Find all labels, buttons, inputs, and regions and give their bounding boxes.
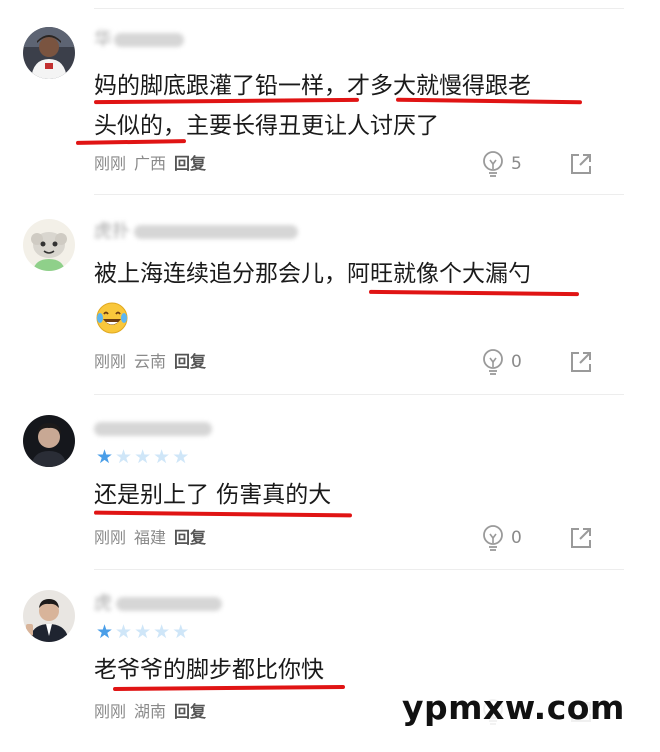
star-empty-icon: ★ [172, 446, 192, 468]
comment-text-line: 妈的脚底跟灌了铅一样，才多大就慢得跟老 [94, 73, 531, 99]
star-empty-icon: ★ [115, 446, 135, 468]
avatar-photo [23, 415, 75, 467]
share-icon[interactable] [569, 152, 593, 176]
blurred-name [116, 597, 222, 611]
like-button[interactable]: 5 [481, 150, 522, 178]
like-button[interactable]: 0 [481, 524, 522, 552]
star-filled-icon: ★ [96, 446, 116, 468]
share-icon[interactable] [569, 526, 593, 550]
reply-button[interactable]: 回复 [174, 702, 206, 721]
comment-text-line: 还是别上了 伤害真的大 [94, 482, 332, 508]
comment-text-line: 老爷爷的脚步都比你快 [94, 657, 324, 683]
username[interactable] [94, 418, 214, 440]
avatar[interactable] [23, 415, 75, 467]
comment-item: 华 妈的脚底跟灌了铅一样，才多大就慢得跟老 头似的，主要长得丑更让人讨厌了 刚刚… [0, 0, 660, 195]
comment-text-line: 被上海连续追分那会儿，阿旺就像个大漏勺 [94, 261, 531, 287]
comment-region: 湖南 [134, 702, 167, 721]
username-text: 虎 [94, 593, 112, 614]
comment-region: 福建 [134, 528, 167, 547]
like-button[interactable]: 0 [481, 348, 522, 376]
username-text: 虎扑 [94, 221, 130, 242]
comment-meta: 刚刚 福建 回复 [94, 526, 214, 550]
avatar[interactable] [23, 219, 75, 271]
red-underline [93, 510, 353, 518]
blurred-name [94, 422, 212, 436]
comment-meta: 刚刚 云南 回复 [94, 350, 214, 374]
avatar-photo [23, 590, 75, 642]
star-rating: ★★★★★ [96, 621, 192, 643]
comment-time: 刚刚 [94, 154, 127, 173]
star-empty-icon: ★ [153, 621, 173, 643]
comment-meta: 刚刚 湖南 回复 [94, 700, 214, 724]
comment-item: ★★★★★ 还是别上了 伤害真的大 刚刚 福建 回复 0 [0, 395, 660, 570]
star-filled-icon: ★ [96, 621, 116, 643]
red-underline [395, 97, 583, 105]
reply-button[interactable]: 回复 [174, 352, 206, 371]
like-count: 5 [511, 154, 522, 174]
like-count: 0 [511, 528, 522, 548]
avatar[interactable] [23, 590, 75, 642]
avatar-photo [23, 27, 75, 79]
like-count: 0 [511, 352, 522, 372]
avatar-cartoon [23, 219, 75, 271]
lightbulb-like-icon [483, 349, 503, 375]
laugh-cry-emoji [96, 302, 128, 334]
share-icon[interactable] [569, 350, 593, 374]
avatar[interactable] [23, 27, 75, 79]
lightbulb-like-icon [483, 525, 503, 551]
comment-region: 云南 [134, 352, 167, 371]
lightbulb-like-icon [483, 151, 503, 177]
comment-region: 广西 [134, 154, 167, 173]
comment-feed: 华 妈的脚底跟灌了铅一样，才多大就慢得跟老 头似的，主要长得丑更让人讨厌了 刚刚… [0, 0, 660, 752]
username-text: 华 [94, 29, 112, 50]
comment-time: 刚刚 [94, 702, 127, 721]
site-watermark: ypmxw.com [396, 686, 631, 730]
comment-text-line: 头似的，主要长得丑更让人讨厌了 [94, 113, 439, 139]
star-rating: ★★★★★ [96, 446, 192, 468]
blurred-name [114, 33, 184, 47]
blurred-name [134, 225, 298, 239]
reply-button[interactable]: 回复 [174, 528, 206, 547]
username[interactable]: 华 [94, 29, 186, 51]
red-underline [112, 684, 346, 692]
comment-item: 虎扑 被上海连续追分那会儿，阿旺就像个大漏勺 刚刚 云南 回复 0 [0, 195, 660, 395]
username[interactable]: 虎 [94, 593, 224, 615]
red-underline [75, 139, 187, 145]
star-empty-icon: ★ [172, 621, 192, 643]
username[interactable]: 虎扑 [94, 221, 300, 243]
comment-time: 刚刚 [94, 352, 127, 371]
star-empty-icon: ★ [153, 446, 173, 468]
reply-button[interactable]: 回复 [174, 154, 206, 173]
star-empty-icon: ★ [134, 446, 154, 468]
star-empty-icon: ★ [134, 621, 154, 643]
comment-time: 刚刚 [94, 528, 127, 547]
star-empty-icon: ★ [115, 621, 135, 643]
comment-meta: 刚刚 广西 回复 [94, 152, 214, 176]
red-underline [368, 289, 580, 297]
